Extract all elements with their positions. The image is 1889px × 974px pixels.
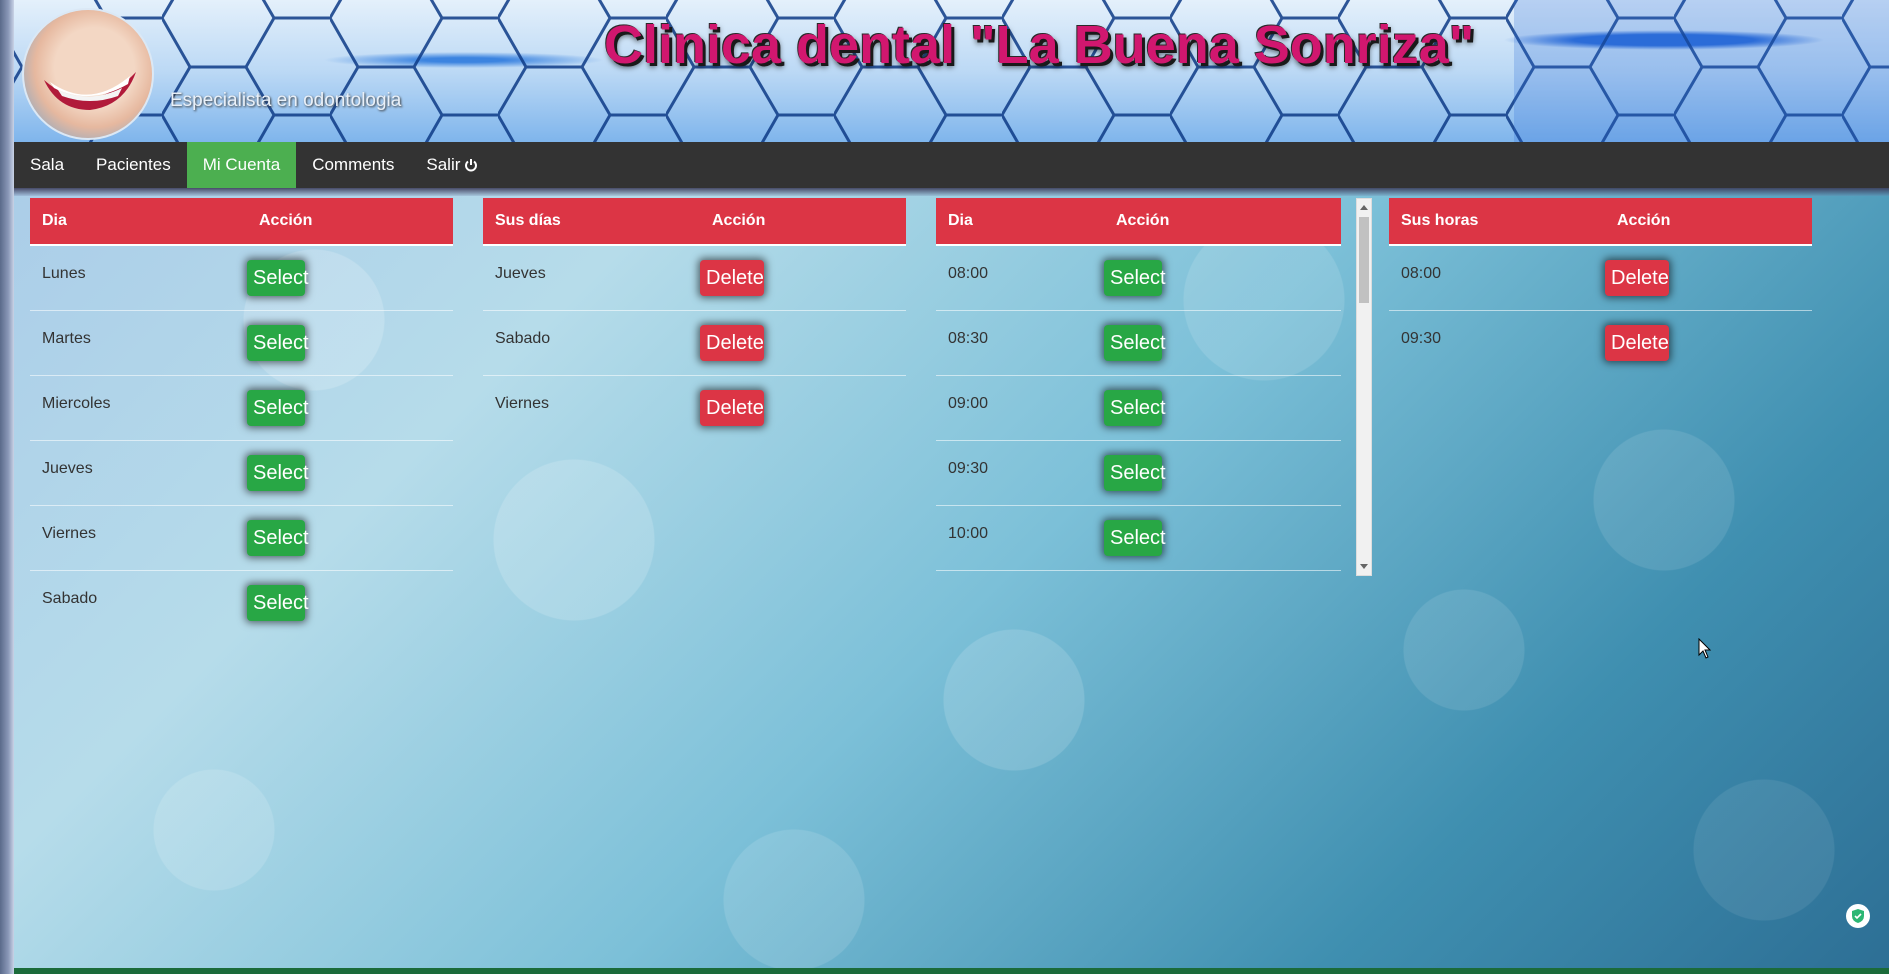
select-button[interactable]: Select [247, 325, 309, 361]
select-button[interactable]: Select [1104, 520, 1166, 556]
hour-cell: 08:00 [948, 265, 989, 282]
nav-item-label: Pacientes [96, 155, 171, 174]
hour-cell: 08:30 [948, 330, 989, 347]
hour-cell: 09:00 [948, 395, 989, 412]
page-title: Clinica dental "La Buena Sonriza" [604, 15, 1475, 75]
select-button[interactable]: Select [247, 585, 309, 621]
column-header-dia: Dia [42, 212, 67, 229]
column-header-sus-dias: Sus días [495, 212, 561, 229]
hour-cell: 09:30 [948, 460, 989, 477]
power-icon [465, 159, 478, 172]
delete-button[interactable]: Delete [1605, 260, 1669, 296]
select-button[interactable]: Select [247, 455, 309, 491]
nav-item-label: Comments [312, 155, 395, 174]
scroll-thumb[interactable] [1359, 217, 1369, 303]
table-row: Jueves Select [30, 441, 453, 506]
table-header: Sus horas Acción [1389, 198, 1812, 246]
delete-button[interactable]: Delete [700, 390, 764, 426]
mouse-cursor-icon [1698, 638, 1712, 659]
select-button[interactable]: Select [247, 260, 309, 296]
hour-cell: 08:00 [1401, 265, 1442, 282]
your-hours-table: Sus horas Acción 08:00 Delete 09:30 Dele… [1389, 198, 1812, 376]
day-cell: Martes [42, 330, 91, 347]
table-row: 09:00 Select [936, 376, 1341, 441]
site-header: Clinica dental "La Buena Sonriza" Especi… [14, 0, 1889, 142]
day-cell: Viernes [495, 395, 549, 412]
hours-scrollbar[interactable] [1356, 198, 1372, 576]
select-button[interactable]: Select [247, 390, 309, 426]
window-left-edge [0, 0, 14, 974]
table-row: 08:00 Delete [1389, 246, 1812, 311]
day-cell: Jueves [42, 460, 93, 477]
column-header-dia: Dia [948, 212, 973, 229]
table-row: Miercoles Select [30, 376, 453, 441]
table-row: 09:30 Delete [1389, 311, 1812, 376]
table-header: Dia Acción [936, 198, 1341, 246]
your-days-table: Sus días Acción Jueves Delete Sabado Del… [483, 198, 906, 441]
table-row: 08:30 Select [936, 311, 1341, 376]
delete-button[interactable]: Delete [1605, 325, 1669, 361]
column-header-sus-horas: Sus horas [1401, 212, 1479, 229]
nav-item-label: Sala [30, 155, 65, 174]
nav-item-pacientes[interactable]: Pacientes [80, 142, 187, 188]
table-row: Lunes Select [30, 246, 453, 311]
table-row: Viernes Select [30, 506, 453, 571]
window-bottom-edge [14, 968, 1889, 974]
hour-cell: 10:00 [948, 525, 989, 542]
select-button[interactable]: Select [247, 520, 309, 556]
select-button[interactable]: Select [1104, 455, 1166, 491]
select-button[interactable]: Select [1104, 260, 1166, 296]
nav-shadow [14, 188, 1889, 196]
table-row: 09:30 Select [936, 441, 1341, 506]
table-header: Sus días Acción [483, 198, 906, 246]
nav-item-label: Salir [426, 155, 461, 174]
day-cell: Jueves [495, 265, 546, 282]
page: Clinica dental "La Buena Sonriza" Especi… [14, 0, 1889, 968]
hour-cell: 09:30 [1401, 330, 1442, 347]
page-subtitle: Especialista en odontologia [170, 90, 402, 111]
table-row: Jueves Delete [483, 246, 906, 311]
table-row: Sabado Select [30, 571, 453, 636]
select-button[interactable]: Select [1104, 325, 1166, 361]
column-header-accion: Acción [712, 212, 766, 229]
select-button[interactable]: Select [1104, 390, 1166, 426]
day-cell: Viernes [42, 525, 96, 542]
main-nav: Sala Pacientes Mi Cuenta Comments Salir [14, 142, 1889, 188]
table-row: Sabado Delete [483, 311, 906, 376]
scroll-down-arrow-icon[interactable] [1360, 564, 1368, 569]
shield-check-icon[interactable] [1846, 904, 1870, 928]
column-header-accion: Acción [1617, 212, 1671, 229]
table-header: Dia Acción [30, 198, 453, 246]
smile-logo [22, 8, 154, 140]
day-cell: Sabado [42, 590, 98, 607]
day-cell: Lunes [42, 265, 86, 282]
scroll-up-arrow-icon[interactable] [1360, 205, 1368, 210]
column-header-accion: Acción [259, 212, 313, 229]
nav-item-comments[interactable]: Comments [296, 142, 410, 188]
column-header-accion: Acción [1116, 212, 1170, 229]
hours-table[interactable]: Dia Acción 08:00 Select 08:30 Select 09:… [936, 198, 1341, 576]
nav-item-salir[interactable]: Salir [410, 142, 494, 188]
nav-item-mi-cuenta[interactable]: Mi Cuenta [186, 142, 297, 188]
nav-item-sala[interactable]: Sala [14, 142, 80, 188]
delete-button[interactable]: Delete [700, 325, 764, 361]
nav-item-label: Mi Cuenta [202, 155, 281, 174]
table-row: Viernes Delete [483, 376, 906, 441]
days-table: Dia Acción Lunes Select Martes Select Mi… [30, 198, 453, 636]
table-row: 10:00 Select [936, 506, 1341, 571]
delete-button[interactable]: Delete [700, 260, 764, 296]
table-row: 08:00 Select [936, 246, 1341, 311]
day-cell: Sabado [495, 330, 551, 347]
table-row: Martes Select [30, 311, 453, 376]
day-cell: Miercoles [42, 395, 111, 412]
